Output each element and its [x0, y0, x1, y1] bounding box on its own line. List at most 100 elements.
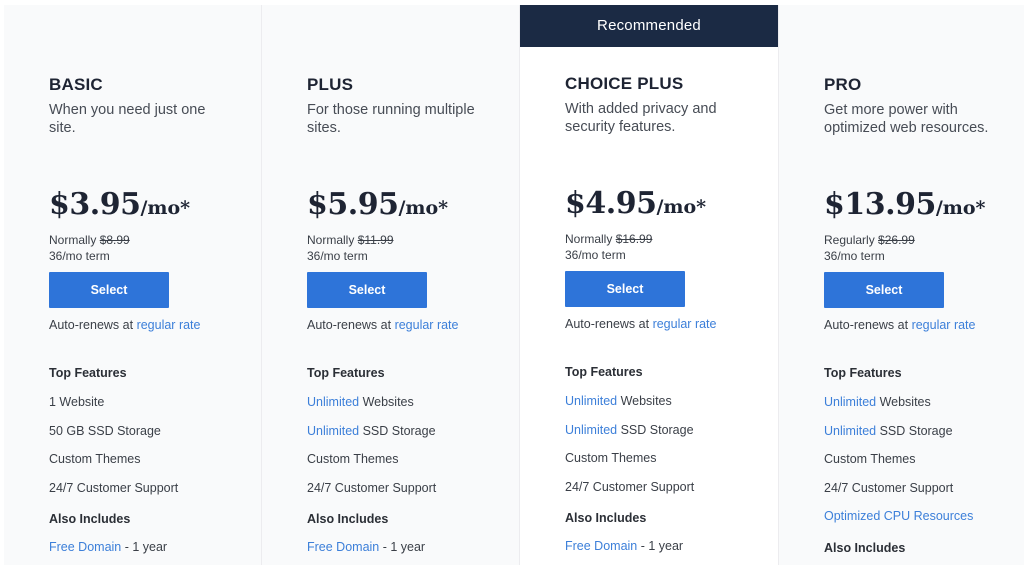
- also-includes-text: - 1 year: [379, 540, 426, 554]
- free-domain-link[interactable]: Free Domain: [565, 539, 637, 553]
- feature-text: Websites: [876, 395, 931, 409]
- normal-price-line: Normally $16.99: [565, 232, 768, 248]
- feature-highlight-link[interactable]: Unlimited: [307, 395, 359, 409]
- also-includes-text: - 1 year: [637, 539, 684, 553]
- feature-item: Unlimited SSD Storage: [824, 423, 1014, 452]
- normal-price-label: Normally: [565, 232, 613, 246]
- term: 36/mo term: [565, 248, 626, 262]
- normal-price: $16.99: [615, 232, 653, 246]
- free-domain-link[interactable]: Free Domain: [307, 540, 379, 554]
- plan-card-basic: BASIC When you need just one site. $3.95…: [4, 5, 262, 565]
- select-button-plus[interactable]: Select: [307, 272, 427, 308]
- plan-card-choice-plus: Recommended CHOICE PLUS With added priva…: [520, 5, 778, 565]
- plan-name: PLUS: [307, 75, 354, 94]
- feature-item: Custom Themes: [824, 451, 1014, 480]
- feature-text: Websites: [359, 395, 414, 409]
- feature-item: Optimized CPU Resources: [824, 508, 1014, 537]
- feature-item: Unlimited Websites: [307, 394, 509, 423]
- feature-item: 1 Website: [49, 394, 251, 423]
- free-domain-link[interactable]: Free Domain: [49, 540, 121, 554]
- normal-price-label: Regularly: [824, 233, 875, 247]
- normal-price-line: Normally $8.99: [49, 233, 251, 249]
- select-button-choice-plus[interactable]: Select: [565, 271, 685, 307]
- term: 36/mo term: [49, 249, 110, 263]
- feature-text: 50 GB SSD Storage: [49, 423, 161, 438]
- price: $4.95/mo*: [565, 186, 768, 226]
- recommended-badge: Recommended: [520, 5, 778, 47]
- feature-list: 1 Website 50 GB SSD Storage Custom Theme…: [49, 394, 251, 508]
- feature-text: Custom Themes: [565, 451, 657, 465]
- feature-highlight-link[interactable]: Optimized CPU Resources: [824, 509, 973, 523]
- regular-rate-link[interactable]: regular rate: [653, 317, 717, 331]
- feature-text: SSD Storage: [876, 423, 953, 438]
- top-features-title: Top Features: [307, 366, 385, 380]
- regular-rate-link[interactable]: regular rate: [395, 318, 459, 332]
- select-button-pro[interactable]: Select: [824, 272, 944, 308]
- feature-item: Custom Themes: [565, 450, 768, 479]
- also-includes-title: Also Includes: [49, 512, 131, 526]
- plan-name: BASIC: [49, 75, 103, 94]
- autorenew-text: Auto-renews at: [49, 318, 134, 332]
- feature-item: Custom Themes: [49, 451, 251, 480]
- normal-price: $26.99: [878, 233, 915, 247]
- also-includes-item: Free Domain - 1 year: [307, 540, 509, 554]
- price-period: /mo*: [140, 197, 191, 219]
- price-period: /mo*: [656, 196, 707, 218]
- price-amount: $4.95: [565, 186, 657, 221]
- also-includes-item: Free Domain - 1 year: [49, 540, 251, 554]
- feature-item: 24/7 Customer Support: [824, 480, 1014, 509]
- plan-name: PRO: [824, 75, 862, 94]
- feature-text: Custom Themes: [307, 452, 399, 466]
- plan-card-plus: PLUS For those running multiple sites. $…: [262, 5, 520, 565]
- price-amount: $5.95: [307, 187, 399, 222]
- autorenew-note: Auto-renews at regular rate: [565, 317, 768, 333]
- feature-text: SSD Storage: [359, 423, 436, 438]
- regular-rate-link[interactable]: regular rate: [137, 318, 201, 332]
- feature-item: Unlimited SSD Storage: [565, 422, 768, 451]
- feature-text: 1 Website: [49, 395, 105, 409]
- plan-description: For those running multiple sites.: [307, 102, 475, 136]
- feature-list: Unlimited Websites Unlimited SSD Storage…: [824, 394, 1014, 537]
- feature-highlight-link[interactable]: Unlimited: [565, 394, 617, 408]
- normal-price: $11.99: [357, 233, 394, 247]
- autorenew-note: Auto-renews at regular rate: [824, 318, 1014, 334]
- price-period: /mo*: [398, 197, 449, 219]
- feature-list: Unlimited Websites Unlimited SSD Storage…: [307, 394, 509, 508]
- feature-item: Custom Themes: [307, 451, 509, 480]
- plan-name: CHOICE PLUS: [565, 74, 684, 93]
- also-includes-title: Also Includes: [565, 511, 647, 525]
- price-amount: $3.95: [49, 187, 141, 222]
- feature-text: Websites: [617, 394, 672, 408]
- feature-text: Custom Themes: [49, 452, 141, 466]
- select-button-basic[interactable]: Select: [49, 272, 169, 308]
- feature-item: Unlimited SSD Storage: [307, 423, 509, 452]
- price: $3.95/mo*: [49, 187, 251, 227]
- feature-highlight-link[interactable]: Unlimited: [824, 395, 876, 409]
- feature-item: Unlimited Websites: [824, 394, 1014, 423]
- feature-text: Custom Themes: [824, 452, 916, 466]
- price: $5.95/mo*: [307, 187, 509, 227]
- feature-highlight-link[interactable]: Unlimited: [307, 424, 359, 438]
- autorenew-text: Auto-renews at: [565, 317, 650, 331]
- term: 36/mo term: [307, 249, 368, 263]
- feature-highlight-link[interactable]: Unlimited: [824, 424, 876, 438]
- normal-price-line: Regularly $26.99: [824, 233, 1014, 249]
- feature-highlight-link[interactable]: Unlimited: [565, 423, 617, 437]
- feature-item: 24/7 Customer Support: [565, 479, 768, 508]
- feature-text: 24/7 Customer Support: [824, 480, 954, 495]
- normal-price-label: Normally: [49, 233, 97, 247]
- regular-rate-link[interactable]: regular rate: [912, 318, 976, 332]
- normal-price: $8.99: [99, 233, 130, 247]
- also-includes-title: Also Includes: [824, 540, 906, 555]
- top-features-title: Top Features: [824, 366, 902, 380]
- feature-item: 50 GB SSD Storage: [49, 423, 251, 452]
- feature-text: 24/7 Customer Support: [565, 479, 695, 494]
- top-features-title: Top Features: [565, 365, 643, 379]
- plan-description: Get more power with optimized web resour…: [824, 102, 989, 136]
- pricing-plans: BASIC When you need just one site. $3.95…: [4, 5, 1024, 565]
- plan-description: When you need just one site.: [49, 102, 206, 136]
- feature-text: 24/7 Customer Support: [307, 480, 437, 495]
- autorenew-note: Auto-renews at regular rate: [49, 318, 251, 334]
- also-includes-title: Also Includes: [307, 512, 389, 526]
- autorenew-text: Auto-renews at: [824, 318, 909, 332]
